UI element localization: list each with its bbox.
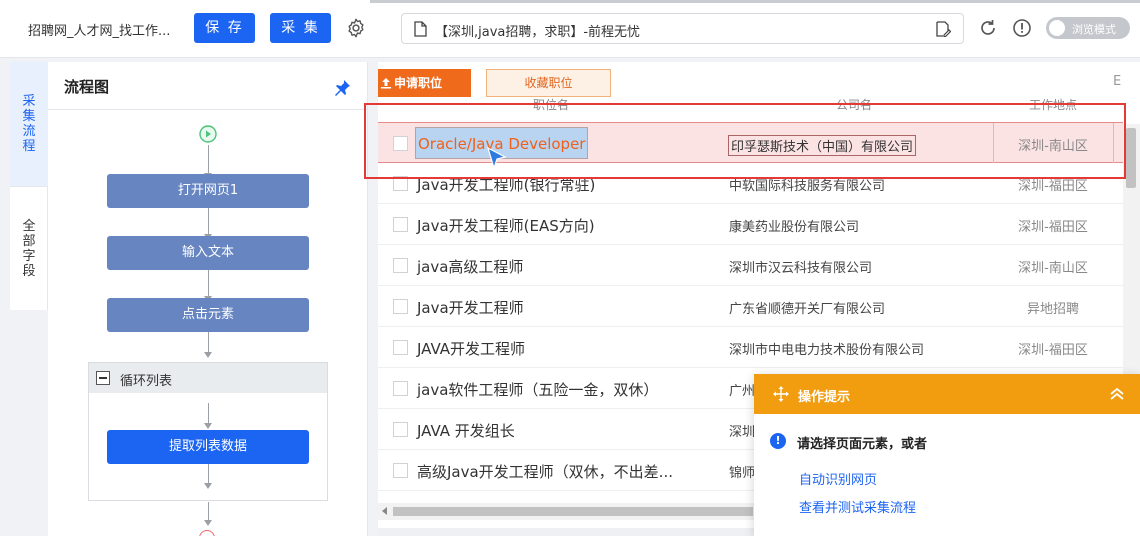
scroll-left-icon[interactable] <box>382 507 387 515</box>
document-icon <box>414 21 427 37</box>
collapse-loop-icon[interactable] <box>96 371 110 385</box>
browse-mode-label: 浏览模式 <box>1072 23 1116 36</box>
company-link[interactable]: 深圳 <box>729 421 755 440</box>
flow-arrow <box>204 483 212 489</box>
company-link[interactable]: 深圳市汉云科技有限公司 <box>729 257 872 276</box>
test-flow-link[interactable]: 查看并测试采集流程 <box>799 497 916 516</box>
mouse-cursor-icon <box>487 147 507 170</box>
job-title-link[interactable]: JAVA开发工程师 <box>417 338 525 359</box>
gear-icon[interactable] <box>345 17 367 39</box>
hint-title: 操作提示 <box>798 390 851 405</box>
flow-panel-title: 流程图 <box>64 78 110 96</box>
tab-all-fields-char: 段 <box>22 264 36 279</box>
flow-connector <box>208 270 209 298</box>
url-text: 【深圳,java招聘，求职】-前程无忧 <box>435 25 641 40</box>
selection-highlight-frame <box>364 103 1126 179</box>
refresh-icon[interactable] <box>978 18 998 38</box>
flow-connector <box>208 502 209 522</box>
flow-connector <box>208 332 209 354</box>
row-checkbox[interactable] <box>393 463 408 478</box>
flow-panel: 流程图 打开网页1 输入文本 点击元素 循环列表 提取列表数据 <box>48 62 368 536</box>
tab-collect-flow-char: 集 <box>22 109 36 124</box>
url-bar[interactable]: 【深圳,java招聘，求职】-前程无忧 <box>401 13 964 44</box>
flow-arrow <box>204 423 212 429</box>
flow-arrow <box>204 520 212 526</box>
table-row[interactable]: Java开发工程师(EAS方向) 康美药业股份有限公司 深圳-福田区 <box>378 204 1123 245</box>
end-icon[interactable] <box>199 530 215 536</box>
top-toolbar: 招聘网_人才网_找工作... 保 存 采 集 【深圳,java招聘，求职】-前程… <box>0 0 1140 58</box>
loop-list-label: 循环列表 <box>120 374 173 389</box>
job-title-link[interactable]: JAVA 开发组长 <box>417 420 515 441</box>
toolbar-accent-line <box>370 0 1140 3</box>
flow-connector <box>208 403 209 425</box>
save-button[interactable]: 保 存 <box>194 13 255 43</box>
job-location: 深圳-福田区 <box>1018 220 1088 235</box>
auto-detect-link[interactable]: 自动识别网页 <box>799 469 877 488</box>
collect-button[interactable]: 采 集 <box>270 13 331 43</box>
company-link[interactable]: 广州 <box>729 380 755 399</box>
tab-all-fields-char: 部 <box>22 234 36 249</box>
row-checkbox[interactable] <box>393 299 408 314</box>
hint-message: 请选择页面元素，或者 <box>797 437 928 452</box>
job-title-link[interactable]: java高级工程师 <box>417 256 523 277</box>
tab-collect-flow-char: 程 <box>22 139 36 154</box>
job-title-link[interactable]: Java开发工程师(EAS方向) <box>417 215 595 236</box>
tab-all-fields-char: 字 <box>22 249 36 264</box>
move-icon[interactable] <box>773 386 789 402</box>
horizontal-scroll-thumb[interactable] <box>393 507 753 516</box>
table-row[interactable]: java高级工程师 深圳市汉云科技有限公司 深圳-南山区 <box>378 245 1123 286</box>
flow-connector <box>208 208 209 236</box>
side-tab-column: 采 集 流 程 全 部 字 段 <box>10 62 48 310</box>
tab-collect-flow[interactable]: 采 集 流 程 <box>10 62 48 186</box>
row-checkbox[interactable] <box>393 381 408 396</box>
company-link[interactable]: 广东省顺德开关厂有限公司 <box>729 298 885 317</box>
flow-arrow <box>204 352 212 358</box>
job-location: 异地招聘 <box>1026 302 1079 317</box>
flow-connector <box>208 145 209 175</box>
toggle-knob <box>1049 20 1065 36</box>
favorite-job-button[interactable]: 收藏职位 <box>486 69 611 97</box>
tab-collect-flow-char: 流 <box>22 124 36 139</box>
table-row[interactable]: JAVA开发工程师 深圳市中电电力技术股份有限公司 深圳-福田区 <box>378 327 1123 368</box>
company-link[interactable]: 康美药业股份有限公司 <box>729 216 859 235</box>
vertical-scroll-thumb[interactable] <box>1126 128 1136 188</box>
browse-mode-toggle[interactable]: 浏览模式 <box>1046 17 1130 39</box>
row-checkbox[interactable] <box>393 340 408 355</box>
upload-icon <box>381 78 391 89</box>
flow-node-input-text[interactable]: 输入文本 <box>107 236 309 270</box>
job-location: 深圳-南山区 <box>1018 261 1088 276</box>
tab-all-fields-char: 全 <box>22 219 36 234</box>
row-checkbox[interactable] <box>393 217 408 232</box>
chevron-up-double-icon[interactable] <box>1109 386 1125 402</box>
tab-collect-flow-char: 采 <box>22 94 36 109</box>
flow-node-click-element[interactable]: 点击元素 <box>107 298 309 332</box>
company-link[interactable]: 锦师 <box>729 462 755 481</box>
row-checkbox[interactable] <box>393 258 408 273</box>
loop-list-header[interactable]: 循环列表 <box>89 363 327 393</box>
truncated-column-label: E <box>1113 74 1122 89</box>
apply-job-button[interactable]: 申请职位 <box>378 69 471 97</box>
table-row[interactable]: Java开发工程师 广东省顺德开关厂有限公司 异地招聘 <box>378 286 1123 327</box>
pin-icon[interactable] <box>333 79 351 97</box>
job-title-link[interactable]: Java开发工程师 <box>417 297 524 318</box>
info-icon[interactable] <box>1012 18 1032 38</box>
start-icon[interactable] <box>199 125 217 143</box>
flow-node-extract-list[interactable]: 提取列表数据 <box>107 430 309 464</box>
job-location: 深圳-福田区 <box>1018 343 1088 358</box>
flow-node-open-page[interactable]: 打开网页1 <box>107 174 309 208</box>
hint-header[interactable]: 操作提示 <box>754 374 1140 414</box>
operation-hint-panel: 操作提示 ! 请选择页面元素，或者 自动识别网页 查看并测试采集流程 <box>754 374 1140 536</box>
loop-list-container[interactable]: 循环列表 提取列表数据 <box>88 362 328 501</box>
job-title-link[interactable]: java软件工程师（五险一金，双休） <box>417 379 658 400</box>
job-title-link[interactable]: 高级Java开发工程师（双休，不出差... <box>417 461 673 482</box>
apply-job-label: 申请职位 <box>394 76 443 90</box>
flow-canvas: 打开网页1 输入文本 点击元素 循环列表 提取列表数据 <box>48 110 368 536</box>
alert-icon: ! <box>770 433 786 449</box>
company-link[interactable]: 深圳市中电电力技术股份有限公司 <box>729 339 924 358</box>
row-checkbox[interactable] <box>393 422 408 437</box>
tab-all-fields[interactable]: 全 部 字 段 <box>10 186 48 310</box>
edit-url-icon[interactable] <box>935 21 951 37</box>
app-title: 招聘网_人才网_找工作... <box>28 24 171 39</box>
